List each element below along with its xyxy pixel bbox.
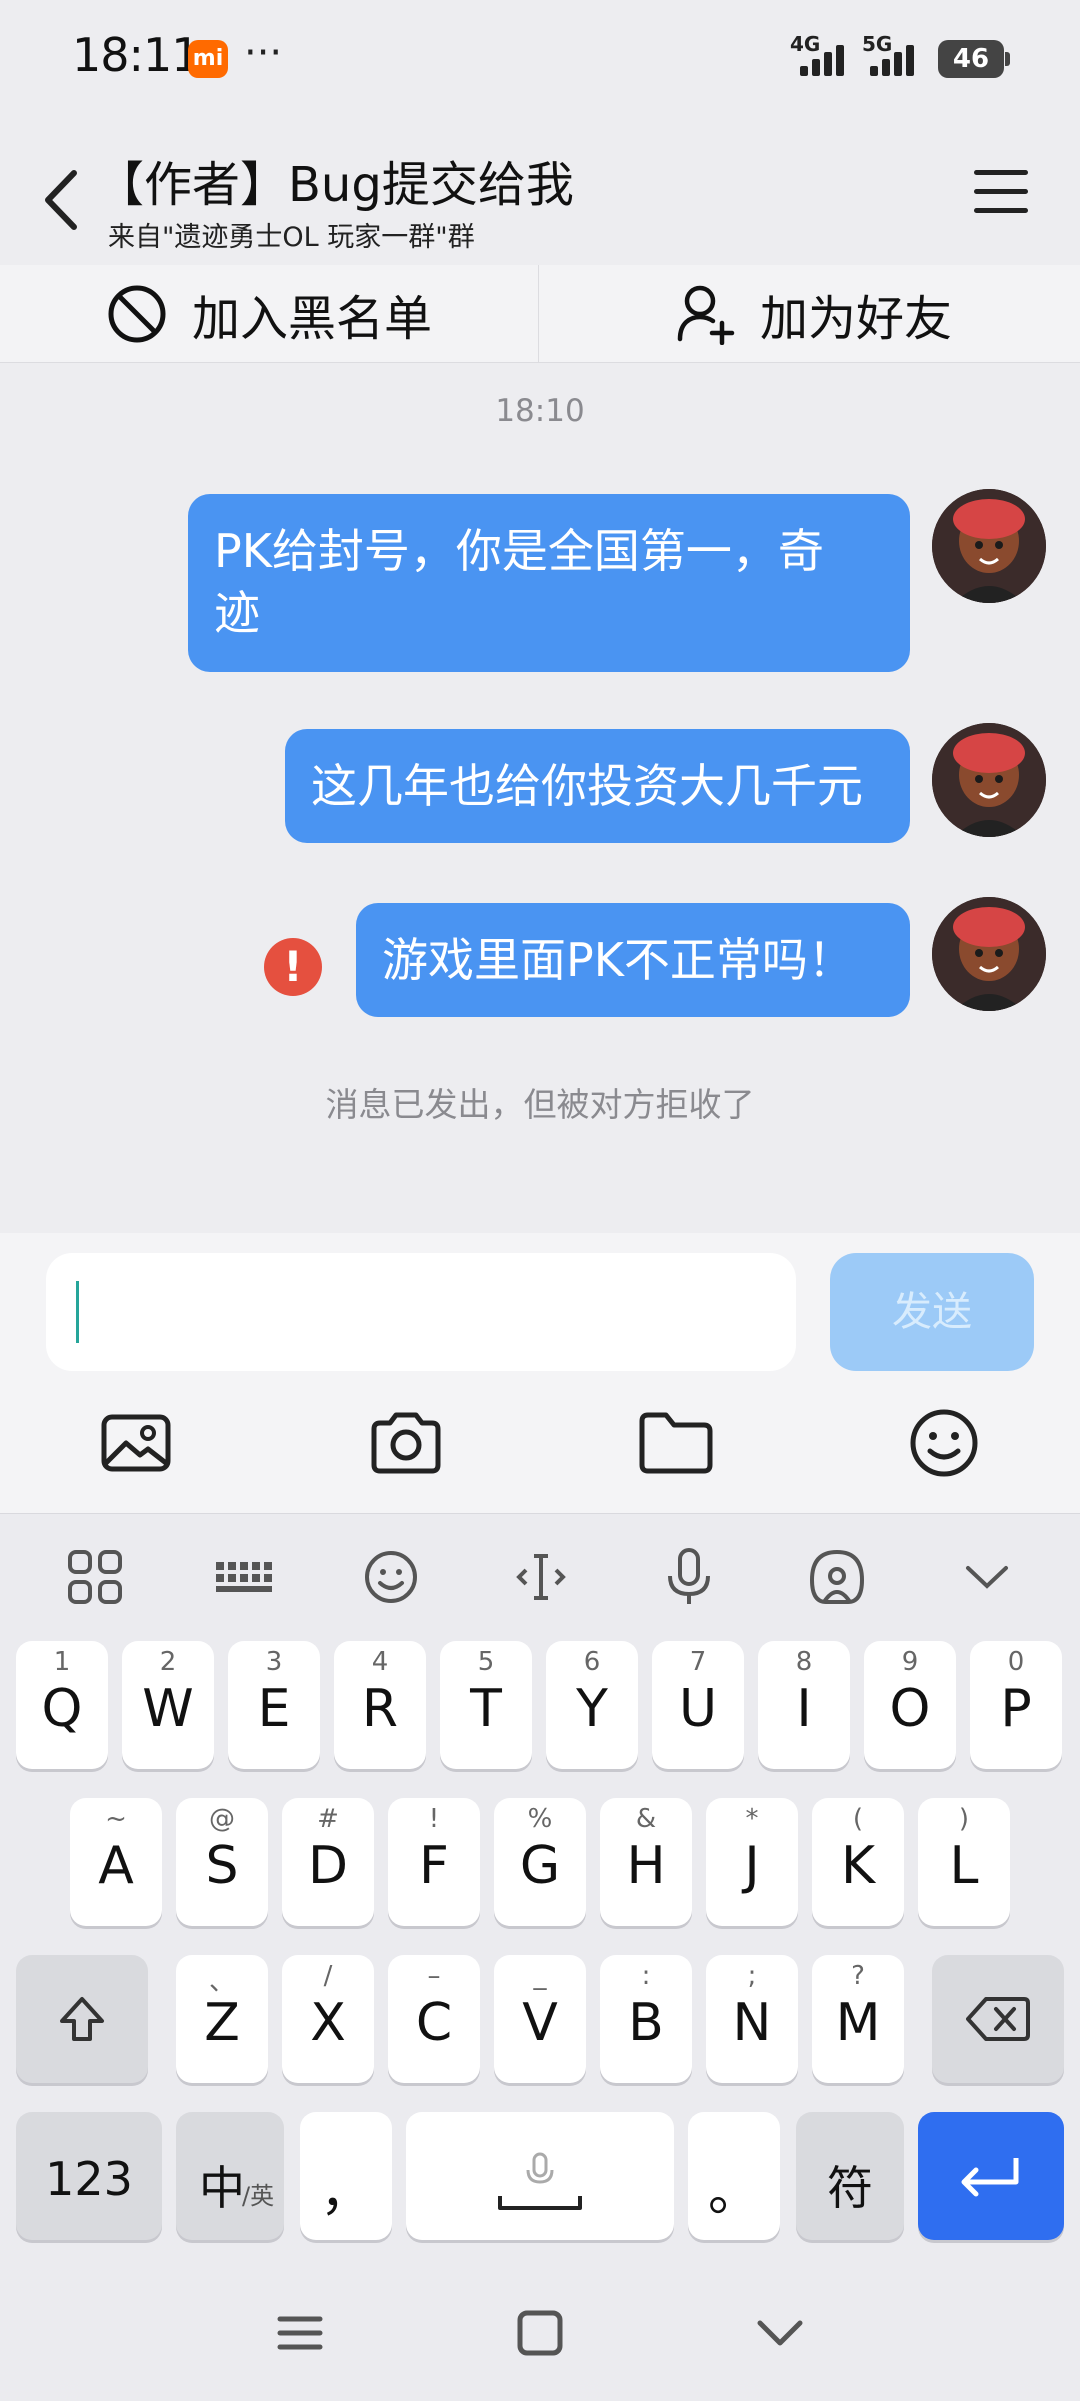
shift-icon [60,1997,104,2041]
send-failed-icon[interactable]: ! [264,938,322,996]
home-icon[interactable] [510,2303,570,2363]
message-list[interactable]: 18:10 PK给封号，你是全国第一，奇 迹 这几年也给你投资大几千元 ! 游戏… [0,363,1080,1233]
message-rejected-note: 消息已发出，但被对方拒收了 [325,1085,755,1124]
signal-5g-icon [870,40,928,76]
language-switch-key[interactable]: 中 /英 [176,2112,284,2240]
message-text: 游戏里面PK不正常吗！ [382,933,854,987]
message-bubble[interactable]: 游戏里面PK不正常吗！ [356,903,910,1017]
image-icon[interactable] [96,1403,176,1483]
keyboard-emoji-icon[interactable] [360,1546,422,1608]
status-bar: 18:11 mi ··· 4G 5G 46 [0,0,1080,115]
avatar-image [932,489,1046,603]
mi-app-icon: mi [188,40,228,78]
message-bubble[interactable]: PK给封号，你是全国第一，奇 迹 [188,494,910,672]
key-a[interactable]: ~ A [70,1798,162,1926]
message-text: PK给封号，你是全国第一，奇 [214,524,824,578]
key-w[interactable]: 2W [122,1641,214,1769]
key-r[interactable]: 4R [334,1641,426,1769]
folder-icon[interactable] [636,1403,716,1483]
numbers-key[interactable]: 123 [16,2112,162,2240]
comma-key[interactable]: ， [300,2112,392,2240]
key-o[interactable]: 9O [864,1641,956,1769]
message-input[interactable] [46,1253,796,1371]
camera-icon[interactable] [366,1403,446,1483]
block-icon [108,285,166,343]
message-text: 迹 [214,586,260,640]
avatar[interactable] [932,897,1046,1011]
soft-keyboard: 1Q 2W 3E 4R 5T 6Y 7U 8I 9O 0P ~ A @ S # D !… [0,1513,1080,2263]
add-friend-button[interactable]: 加为好友 [676,265,952,363]
message-text: 这几年也给你投资大几千元 [311,759,863,813]
key-m[interactable]: ? M [812,1955,904,2083]
symbols-key[interactable]: 符 [796,2112,904,2240]
add-friend-label: 加为好友 [760,291,953,347]
add-to-blacklist-label: 加入黑名单 [192,291,433,347]
keyboard-layout-icon[interactable] [212,1546,274,1608]
apps-grid-icon[interactable] [64,1546,126,1608]
chat-header: 【作者】Bug提交给我 来自"遗迹勇士OL 玩家一群"群 [0,115,1080,265]
key-z[interactable]: 、 Z [176,1955,268,2083]
key-s[interactable]: @ S [176,1798,268,1926]
space-mic-icon [498,2152,582,2210]
key-h[interactable]: & H [600,1798,692,1926]
key-u[interactable]: 7U [652,1641,744,1769]
hamburger-menu-icon[interactable] [974,170,1028,214]
chat-subtitle: 来自"遗迹勇士OL 玩家一群"群 [108,222,475,253]
key-p[interactable]: 0P [970,1641,1062,1769]
shift-key[interactable] [16,1955,148,2083]
key-q[interactable]: 1Q [16,1641,108,1769]
key-e[interactable]: 3E [228,1641,320,1769]
status-time: 18:11 [72,28,201,82]
contact-actions-bar: 加入黑名单 加为好友 [0,265,1080,363]
avatar[interactable] [932,489,1046,603]
more-notifications-icon: ··· [244,30,283,76]
key-k[interactable]: (K [812,1798,904,1926]
back-arrow-icon[interactable] [40,165,84,235]
chat-title: 【作者】Bug提交给我 [96,157,574,213]
ai-assistant-icon[interactable] [806,1546,868,1608]
backspace-icon [966,1997,1030,2041]
message-bubble[interactable]: 这几年也给你投资大几千元 [285,729,910,843]
key-x[interactable]: / X [282,1955,374,2083]
message-timestamp: 18:10 [495,393,585,429]
text-cursor [76,1281,79,1343]
system-navigation-bar [0,2263,1080,2401]
signal-4g-icon [800,40,858,76]
actions-divider [538,265,539,363]
microphone-icon[interactable] [658,1546,720,1608]
add-to-blacklist-button[interactable]: 加入黑名单 [106,265,432,363]
key-b[interactable]: :B [600,1955,692,2083]
key-f[interactable]: ! F [388,1798,480,1926]
input-bar: 发送 [0,1233,1080,1513]
key-t[interactable]: 5T [440,1641,532,1769]
send-button[interactable]: 发送 [830,1253,1034,1371]
key-j[interactable]: * J [706,1798,798,1926]
key-d[interactable]: # D [282,1798,374,1926]
add-user-icon [677,285,735,345]
key-y[interactable]: 6Y [546,1641,638,1769]
avatar-image [932,897,1046,1011]
cursor-move-icon[interactable] [510,1546,572,1608]
back-nav-icon[interactable] [750,2303,810,2363]
key-i[interactable]: 8I [758,1641,850,1769]
enter-key[interactable] [918,2112,1064,2240]
key-n[interactable]: ; N [706,1955,798,2083]
backspace-key[interactable] [932,1955,1064,2083]
space-key[interactable] [406,2112,674,2240]
emoji-icon[interactable] [904,1403,984,1483]
recent-apps-icon[interactable] [270,2303,330,2363]
enter-icon [961,2158,1019,2197]
avatar-image [932,723,1046,837]
period-key[interactable]: 。 [688,2112,780,2240]
key-v[interactable]: _ V [494,1955,586,2083]
key-c[interactable]: – C [388,1955,480,2083]
key-g[interactable]: % G [494,1798,586,1926]
collapse-keyboard-icon[interactable] [956,1546,1018,1608]
key-l[interactable]: ) L [918,1798,1010,1926]
battery-icon: 46 [938,40,1010,78]
avatar[interactable] [932,723,1046,837]
